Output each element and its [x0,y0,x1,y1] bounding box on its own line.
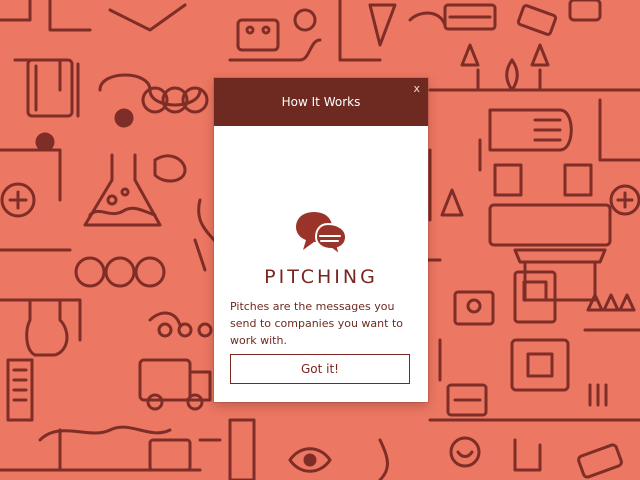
slide-description: Pitches are the messages you send to com… [230,300,403,347]
close-button[interactable]: x [413,82,420,96]
got-it-button[interactable]: Got it! [230,354,410,384]
how-it-works-dialog: How It Works x PITCHING Pitches are the … [214,78,428,402]
slide-heading: PITCHING [264,266,378,288]
dialog-header: How It Works x [214,78,428,126]
speech-bubbles-icon [294,208,348,258]
dialog-title: How It Works [281,95,361,109]
